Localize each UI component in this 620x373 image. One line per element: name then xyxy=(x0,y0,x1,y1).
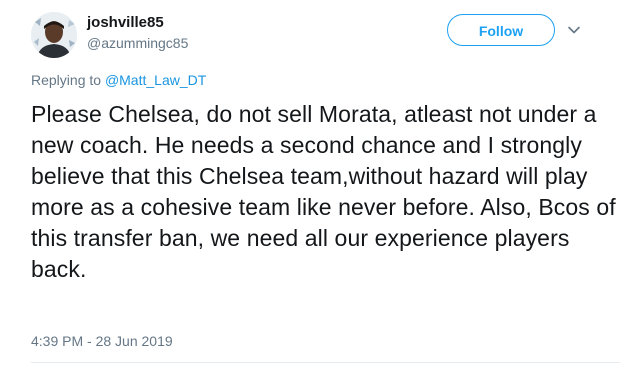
user-avatar-icon xyxy=(31,12,77,58)
tweet-card: joshville85 @azummingc85 Follow Replying… xyxy=(0,0,620,373)
tweet-text: Please Chelsea, do not sell Morata, atle… xyxy=(31,101,616,282)
author-block: joshville85 @azummingc85 xyxy=(87,14,188,52)
tweet-timestamp[interactable]: 4:39 PM - 28 Jun 2019 xyxy=(31,332,173,350)
avatar[interactable] xyxy=(31,12,77,58)
replying-to-label: Replying to xyxy=(31,72,105,88)
reply-mention-link[interactable]: @Matt_Law_DT xyxy=(105,72,206,88)
divider xyxy=(31,362,620,363)
follow-button[interactable]: Follow xyxy=(447,14,555,46)
replying-to-line: Replying to @Matt_Law_DT xyxy=(31,71,206,89)
author-handle[interactable]: @azummingc85 xyxy=(87,34,188,52)
chevron-down-icon xyxy=(568,26,580,34)
more-options-button[interactable] xyxy=(566,22,582,38)
author-display-name[interactable]: joshville85 xyxy=(87,14,188,32)
